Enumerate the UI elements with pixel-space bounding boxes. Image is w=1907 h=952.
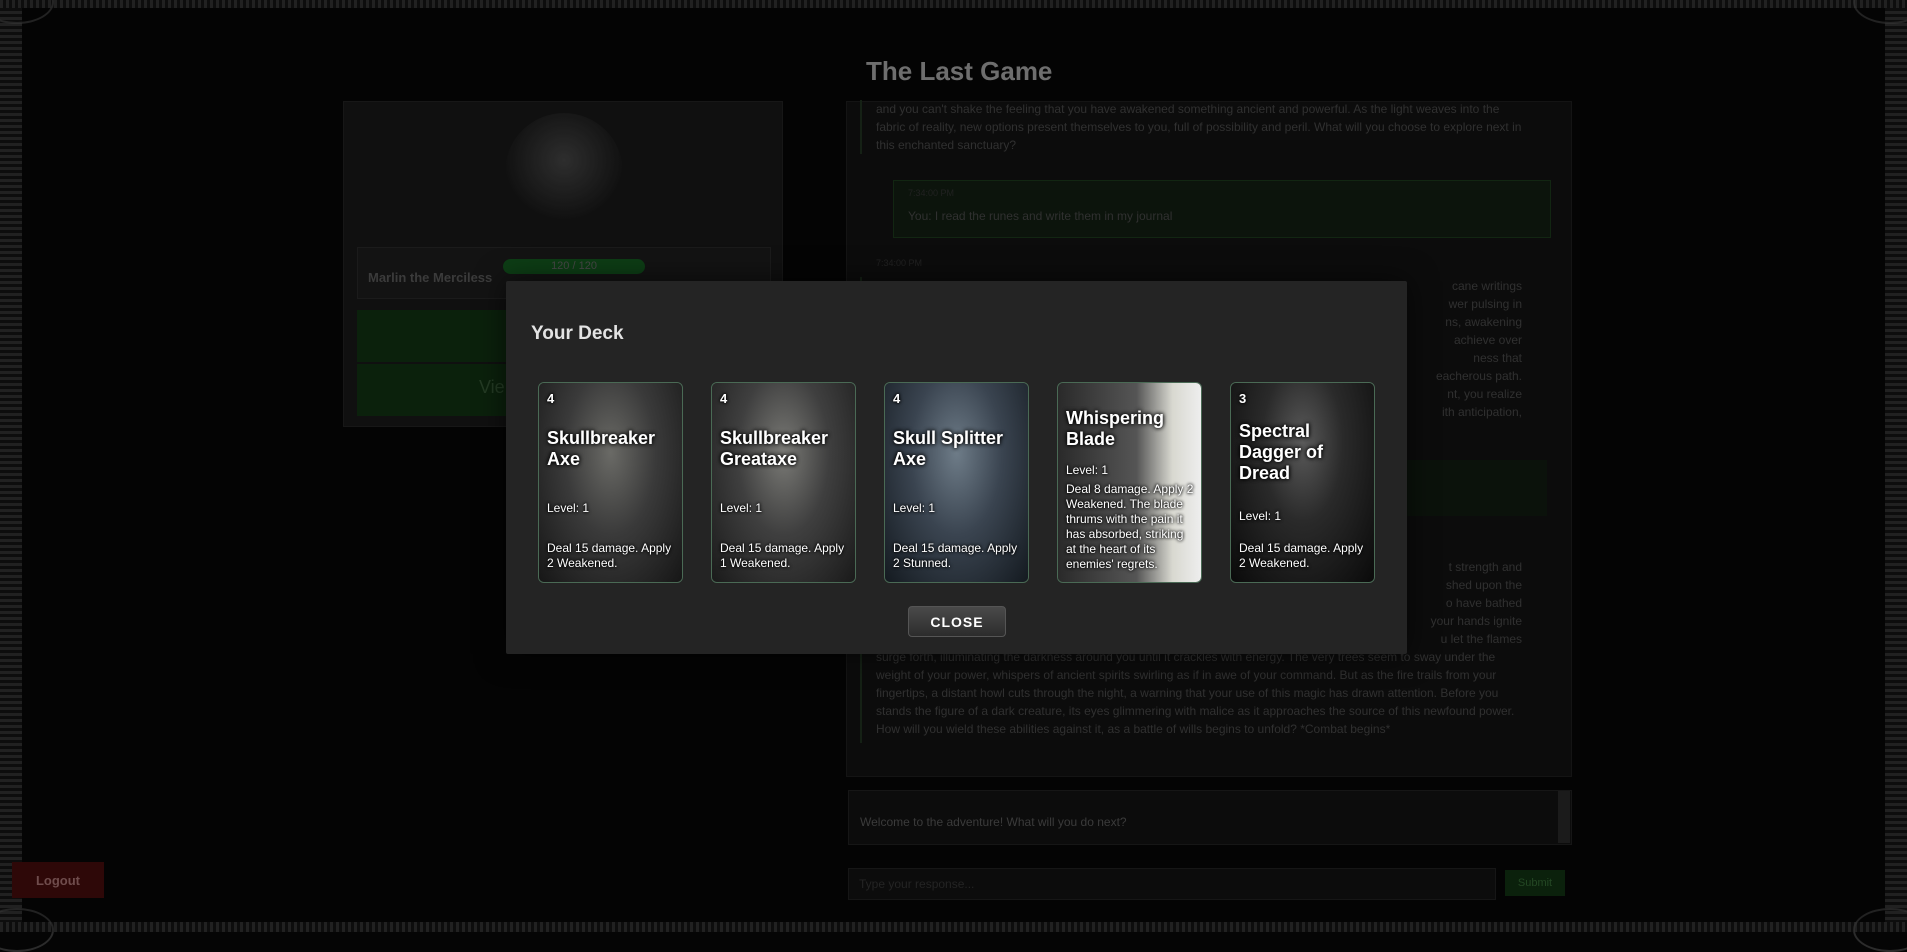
close-button[interactable]: CLOSE <box>908 606 1006 637</box>
card-cost: 4 <box>893 391 901 406</box>
deck-modal: Your Deck 4 Skullbreaker Axe Level: 1 De… <box>506 281 1407 654</box>
card-description: Deal 15 damage. Apply 2 Weakened. <box>547 541 672 570</box>
card-description: Deal 8 damage. Apply 2 Weakened. The bla… <box>1066 482 1194 571</box>
card-level: Level: 1 <box>547 501 590 515</box>
deck-card[interactable]: 4 Skull Splitter Axe Level: 1 Deal 15 da… <box>884 382 1029 583</box>
card-name: Skull Splitter Axe <box>893 428 1004 469</box>
card-level: Level: 1 <box>1239 509 1282 523</box>
card-cost: 3 <box>1239 391 1247 406</box>
card-description: Deal 15 damage. Apply 2 Weakened. <box>1239 541 1364 570</box>
card-name: Whispering Blade <box>1066 408 1164 449</box>
card-level: Level: 1 <box>1066 463 1109 477</box>
card-cost: 4 <box>720 391 728 406</box>
deck-card[interactable]: 3 Spectral Dagger of Dread Level: 1 Deal… <box>1230 382 1375 583</box>
card-name: Skullbreaker Greataxe <box>720 428 829 469</box>
card-description: Deal 15 damage. Apply 1 Weakened. <box>720 541 845 570</box>
card-name: Spectral Dagger of Dread <box>1239 421 1324 483</box>
card-level: Level: 1 <box>893 501 936 515</box>
card-cost: 4 <box>547 391 555 406</box>
modal-title: Your Deck <box>531 323 624 344</box>
card-description: Deal 15 damage. Apply 2 Stunned. <box>893 541 1018 570</box>
card-name: Skullbreaker Axe <box>547 428 656 469</box>
deck-card[interactable]: 4 Skullbreaker Greataxe Level: 1 Deal 15… <box>711 382 856 583</box>
deck-card[interactable]: 4 Skullbreaker Axe Level: 1 Deal 15 dama… <box>538 382 683 583</box>
card-level: Level: 1 <box>720 501 763 515</box>
deck-card[interactable]: Whispering Blade Level: 1 Deal 8 damage.… <box>1057 382 1202 583</box>
